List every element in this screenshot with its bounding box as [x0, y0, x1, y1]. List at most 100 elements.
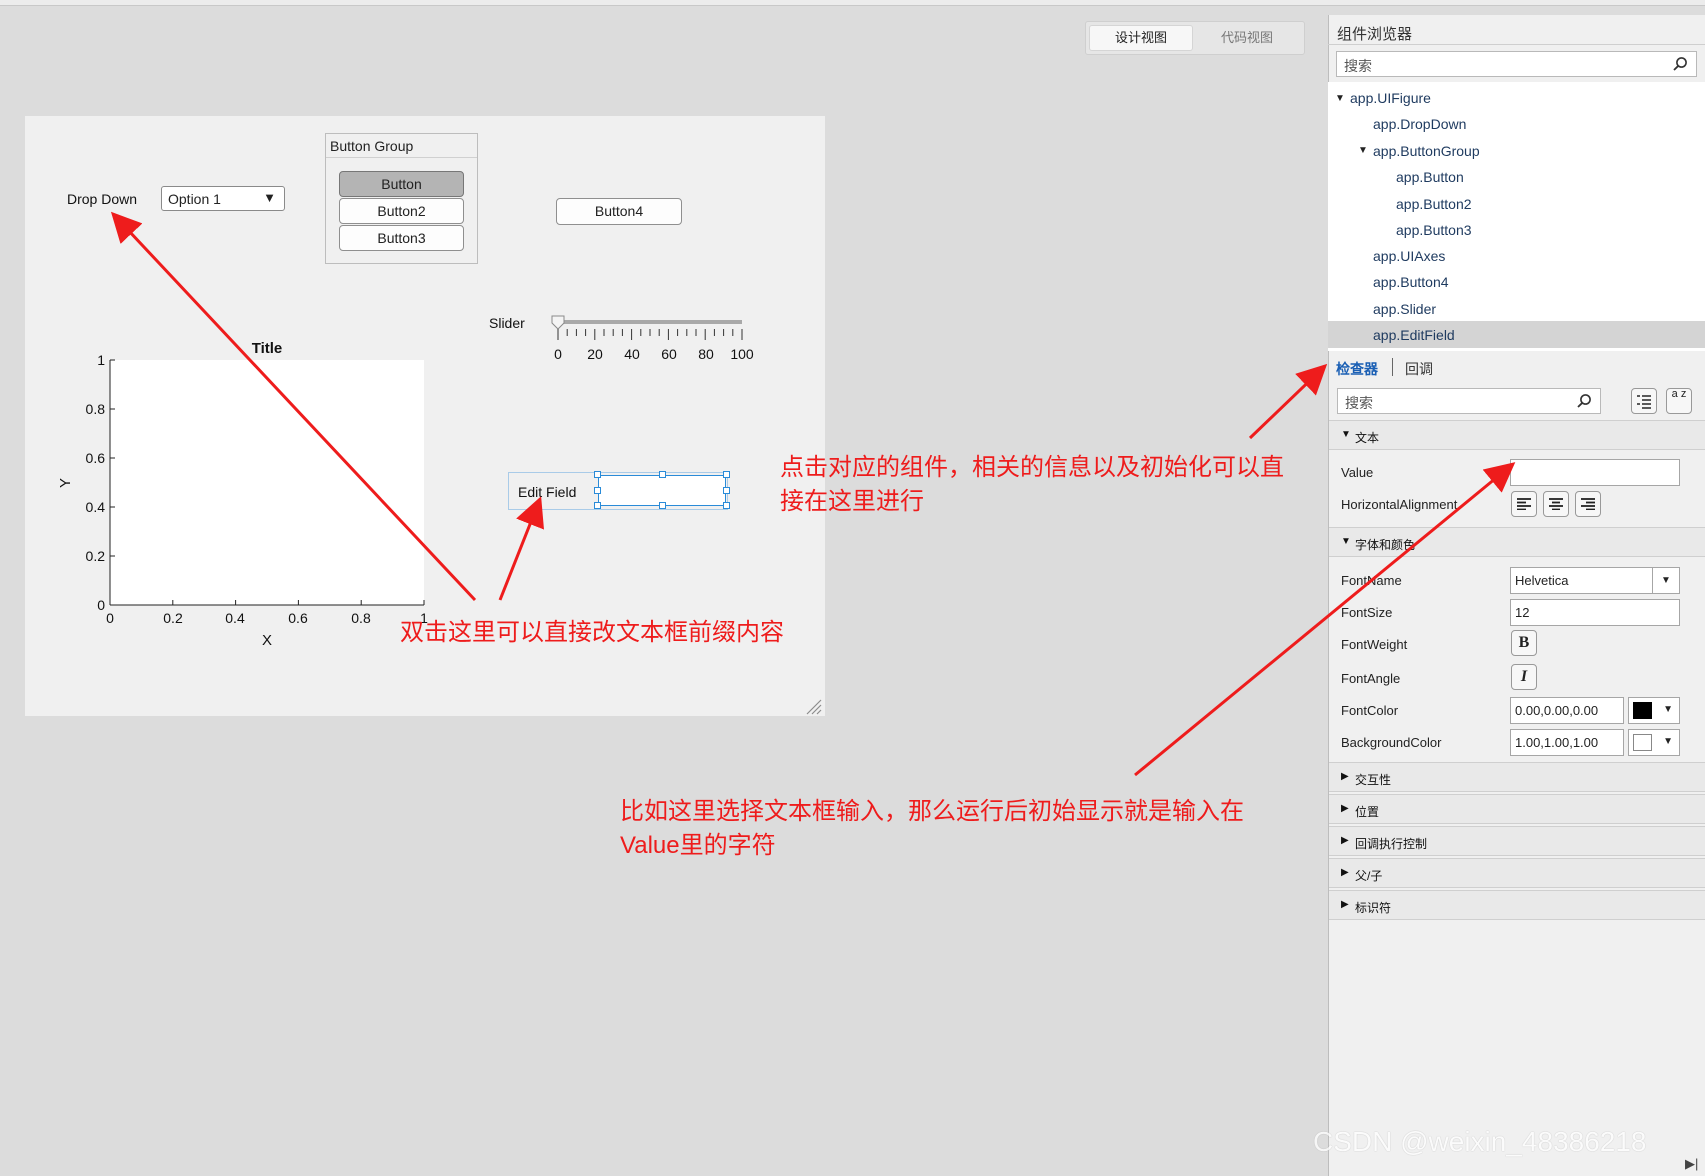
tree-item-dropdown[interactable]: app.DropDown [1373, 116, 1466, 132]
tree-item-uiaxes[interactable]: app.UIAxes [1373, 248, 1445, 264]
tree-item-button2[interactable]: app.Button2 [1396, 196, 1472, 212]
dropdown-label[interactable]: Drop Down [67, 191, 137, 207]
collapse-triangle-icon: ▼ [1341, 536, 1351, 547]
slider-tick-label: 20 [587, 346, 603, 362]
collapse-triangle-icon: ▼ [1341, 429, 1351, 440]
prop-fontangle-label: FontAngle [1341, 671, 1401, 686]
resize-handle[interactable] [659, 471, 666, 478]
group-view-icon[interactable] [1631, 388, 1657, 414]
align-left-icon[interactable] [1511, 491, 1537, 517]
fontcolor-picker[interactable]: ▼ [1628, 697, 1680, 724]
y-tick-label: 0.4 [86, 499, 106, 515]
tree-item-buttongroup[interactable]: app.ButtonGroup [1373, 143, 1480, 159]
prop-fontname-select[interactable]: Helvetica ▼ [1510, 567, 1680, 594]
resize-handle[interactable] [723, 487, 730, 494]
y-tick-label: 0.2 [86, 548, 106, 564]
slider-tick-label: 80 [698, 346, 714, 362]
y-tick-label: 0.6 [86, 450, 106, 466]
section-font-header[interactable]: ▼ 字体和颜色 [1329, 527, 1705, 557]
prop-bgcolor-value: 1.00,1.00,1.00 [1515, 735, 1599, 750]
prop-value-input[interactable] [1510, 459, 1680, 486]
component-search-input[interactable]: 搜索 [1336, 51, 1697, 77]
resize-handle[interactable] [594, 502, 601, 509]
tree-item-editfield[interactable]: app.EditField [1373, 327, 1455, 343]
button3[interactable]: Button3 [339, 225, 464, 251]
resize-handle[interactable] [594, 471, 601, 478]
search-icon[interactable] [1576, 393, 1592, 409]
section-parent-child-title: 父/子 [1355, 869, 1383, 883]
sort-alpha-icon[interactable]: a z [1666, 388, 1692, 414]
tree-item-button3[interactable]: app.Button3 [1396, 222, 1472, 238]
edit-field-label[interactable]: Edit Field [518, 484, 576, 500]
section-text-title: 文本 [1355, 431, 1380, 445]
section-callback-exec-header[interactable]: ▶ 回调执行控制 [1329, 826, 1705, 856]
prop-fontsize-label: FontSize [1341, 605, 1393, 620]
bgcolor-picker[interactable]: ▼ [1628, 729, 1680, 756]
section-interactivity-title: 交互性 [1355, 773, 1392, 787]
button[interactable]: Button [339, 171, 464, 197]
axes-title: Title [252, 340, 283, 357]
section-text-header[interactable]: ▼ 文本 [1329, 420, 1705, 450]
canvas-resize-grip-icon[interactable] [804, 697, 822, 715]
dropdown[interactable]: Option 1 ▼ [161, 186, 285, 211]
prop-bgcolor-input[interactable]: 1.00,1.00,1.00 [1510, 729, 1624, 756]
tab-inspector[interactable]: 检查器 [1336, 359, 1378, 379]
annotation-double-click: 双击这里可以直接改文本框前缀内容 [400, 619, 784, 646]
code-view-tab[interactable]: 代码视图 [1196, 26, 1298, 50]
expand-triangle-icon: ▶ [1341, 803, 1349, 814]
design-view-tab[interactable]: 设计视图 [1090, 26, 1192, 50]
y-tick-label: 0.8 [86, 401, 106, 417]
chevron-down-icon[interactable]: ▼ [1652, 568, 1679, 593]
section-parent-child-header[interactable]: ▶ 父/子 [1329, 858, 1705, 888]
tree-item-slider[interactable]: app.Slider [1373, 301, 1436, 317]
tree-item-button4[interactable]: app.Button4 [1373, 274, 1449, 290]
italic-icon[interactable]: I [1511, 664, 1537, 690]
slider-track [557, 320, 742, 324]
tab-callbacks[interactable]: 回调 [1405, 359, 1433, 379]
resize-handle[interactable] [723, 502, 730, 509]
section-identifiers-header[interactable]: ▶ 标识符 [1329, 890, 1705, 920]
search-icon[interactable] [1672, 56, 1688, 72]
dropdown-value: Option 1 [168, 191, 221, 207]
bold-icon[interactable]: B [1511, 630, 1537, 656]
panel-collapse-icon[interactable]: ▶| [1685, 1156, 1698, 1172]
watermark: CSDN @weixin_48386218 [1313, 1126, 1647, 1157]
axes-plot-area [110, 360, 424, 605]
x-tick-label: 0.2 [163, 610, 183, 626]
color-swatch-black [1633, 702, 1652, 719]
prop-bgcolor-label: BackgroundColor [1341, 735, 1442, 750]
tree-item-button[interactable]: app.Button [1396, 169, 1464, 185]
annotation-inspector-line2: 接在这里进行 [780, 488, 924, 515]
axes-ylabel: Y [57, 478, 74, 488]
sort-alpha-text: a z [1671, 388, 1687, 400]
slider[interactable]: 0 20 40 60 80 100 [545, 306, 765, 366]
prop-fontcolor-input[interactable]: 0.00,0.00,0.00 [1510, 697, 1624, 724]
prop-fontsize-value: 12 [1515, 605, 1530, 620]
section-position-header[interactable]: ▶ 位置 [1329, 794, 1705, 824]
align-center-icon[interactable] [1543, 491, 1569, 517]
expand-triangle-icon[interactable]: ▼ [1358, 145, 1368, 156]
resize-handle[interactable] [723, 471, 730, 478]
color-swatch-white [1633, 734, 1652, 751]
slider-tick-label: 40 [624, 346, 640, 362]
inspector-search-input[interactable]: 搜索 [1337, 388, 1601, 414]
expand-triangle-icon[interactable]: ▼ [1335, 93, 1345, 104]
prop-fontname-value: Helvetica [1515, 573, 1569, 588]
resize-handle[interactable] [594, 487, 601, 494]
slider-thumb[interactable] [551, 315, 565, 330]
expand-triangle-icon: ▶ [1341, 771, 1349, 782]
align-right-icon[interactable] [1575, 491, 1601, 517]
button4[interactable]: Button4 [556, 198, 682, 225]
resize-handle[interactable] [659, 502, 666, 509]
prop-fontweight-label: FontWeight [1341, 637, 1408, 652]
tree-item-uifigure[interactable]: app.UIFigure [1350, 90, 1431, 106]
tab-divider [1392, 358, 1393, 376]
section-interactivity-header[interactable]: ▶ 交互性 [1329, 762, 1705, 792]
x-tick-label: 0.4 [225, 610, 245, 626]
ui-axes[interactable]: Title X Y 0 0.2 0.4 0.6 0.8 1 0 0.2 0.4 … [55, 332, 435, 652]
prop-fontname-label: FontName [1341, 573, 1402, 588]
slider-label[interactable]: Slider [489, 315, 525, 331]
expand-triangle-icon: ▶ [1341, 835, 1349, 846]
prop-fontsize-input[interactable]: 12 [1510, 599, 1680, 626]
button2[interactable]: Button2 [339, 198, 464, 224]
